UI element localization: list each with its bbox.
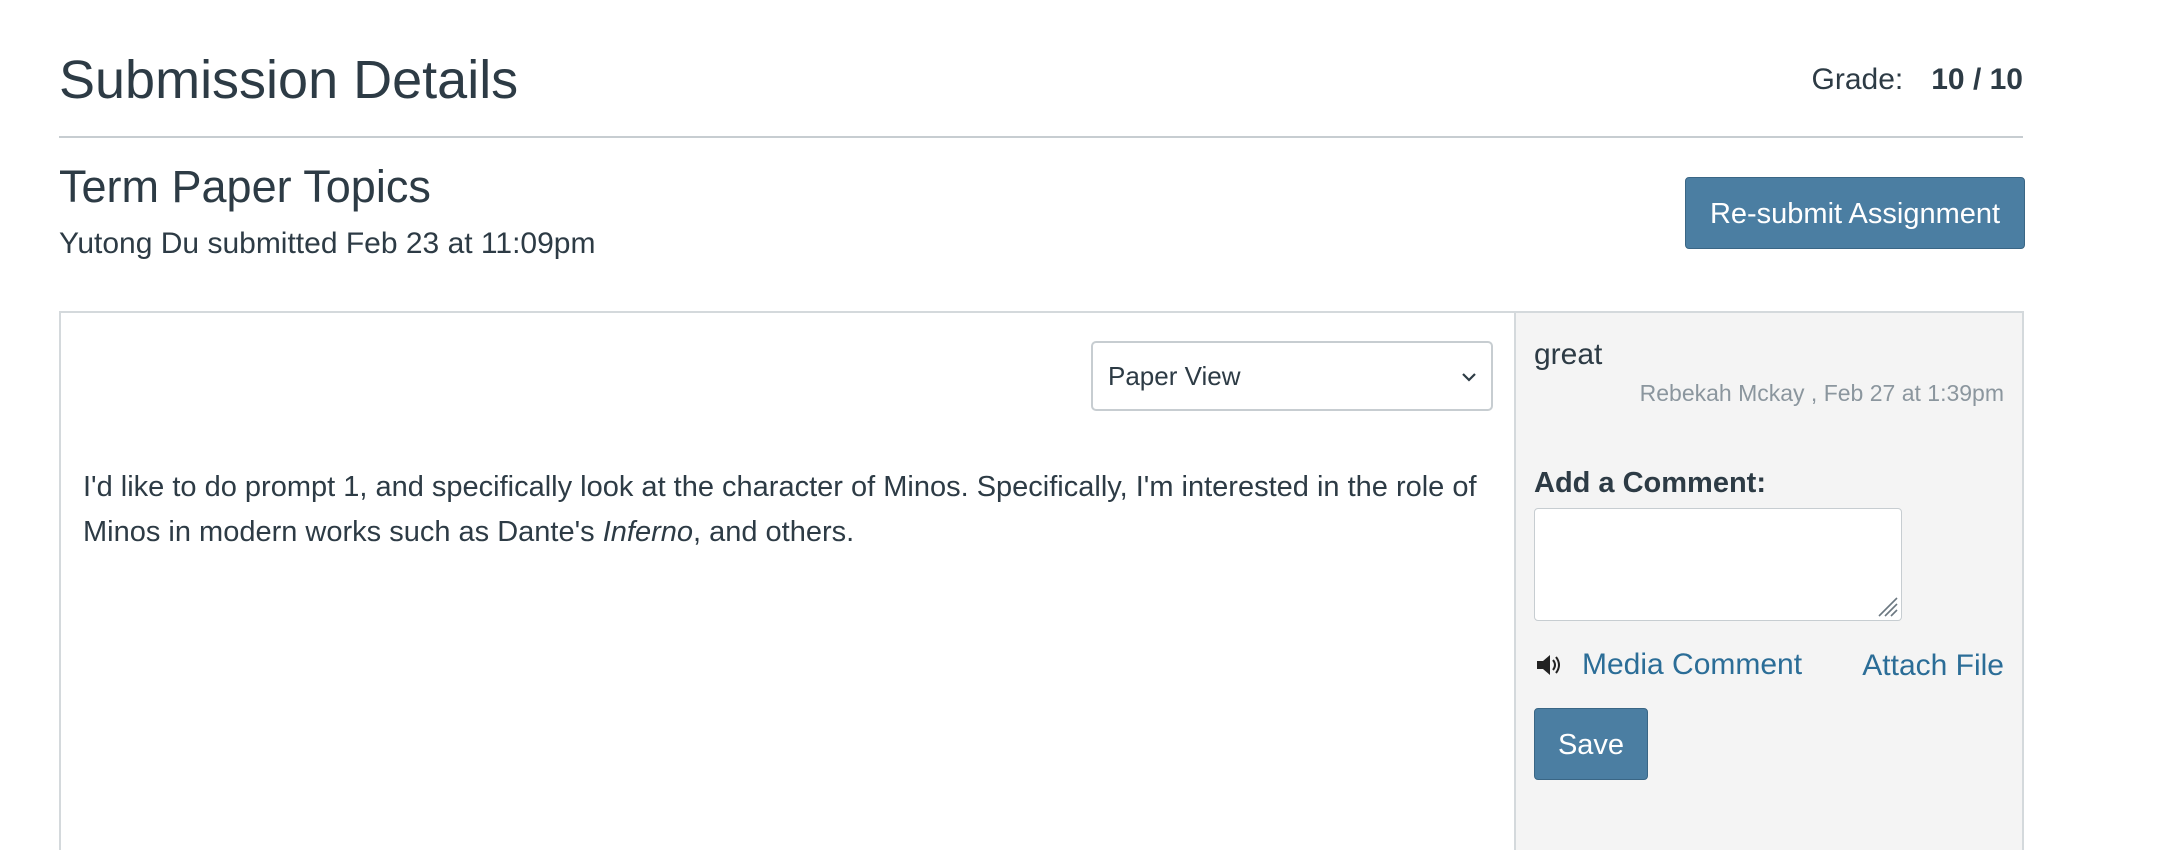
- submission-content: Paper View I'd like to do prompt 1, and …: [61, 313, 1514, 850]
- view-mode-selected: Paper View: [1108, 361, 1241, 391]
- submission-panel: Paper View I'd like to do prompt 1, and …: [59, 311, 2024, 850]
- grade-display: Grade: 10 / 10: [1812, 60, 2023, 100]
- attach-file-link[interactable]: Attach File: [1862, 646, 2004, 686]
- resubmit-assignment-button[interactable]: Re-submit Assignment: [1685, 177, 2025, 249]
- comments-sidebar: great Rebekah Mckay , Feb 27 at 1:39pm A…: [1514, 313, 2022, 850]
- resize-grip-icon[interactable]: [1873, 592, 1899, 618]
- page-header: Submission Details Grade: 10 / 10: [59, 40, 2023, 138]
- speaker-icon: [1537, 655, 1560, 675]
- add-comment-label: Add a Comment:: [1534, 467, 1766, 499]
- grade-label: Grade:: [1811, 63, 1904, 96]
- media-comment-label: Media Comment: [1582, 648, 1803, 681]
- submission-body: I'd like to do prompt 1, and specificall…: [83, 465, 1493, 555]
- submission-info: Yutong Du submitted Feb 23 at 11:09pm: [59, 227, 596, 260]
- page-title: Submission Details: [59, 50, 519, 110]
- comment-meta: Rebekah Mckay , Feb 27 at 1:39pm: [1639, 380, 2004, 406]
- submission-italic-title: Inferno: [602, 516, 693, 548]
- save-comment-button[interactable]: Save: [1534, 708, 1648, 780]
- assignment-title: Term Paper Topics: [59, 161, 431, 212]
- submission-text-end: , and others.: [693, 516, 855, 548]
- comment-text: great: [1534, 338, 1603, 371]
- grade-value: 10 / 10: [1931, 63, 2023, 96]
- media-comment-link[interactable]: Media Comment: [1534, 645, 1802, 685]
- comment-textarea[interactable]: [1534, 508, 1902, 621]
- chevron-down-icon: [1461, 343, 1477, 409]
- submission-details-page: Submission Details Grade: 10 / 10 Term Pa…: [0, 0, 2160, 850]
- view-mode-select[interactable]: Paper View: [1091, 341, 1493, 411]
